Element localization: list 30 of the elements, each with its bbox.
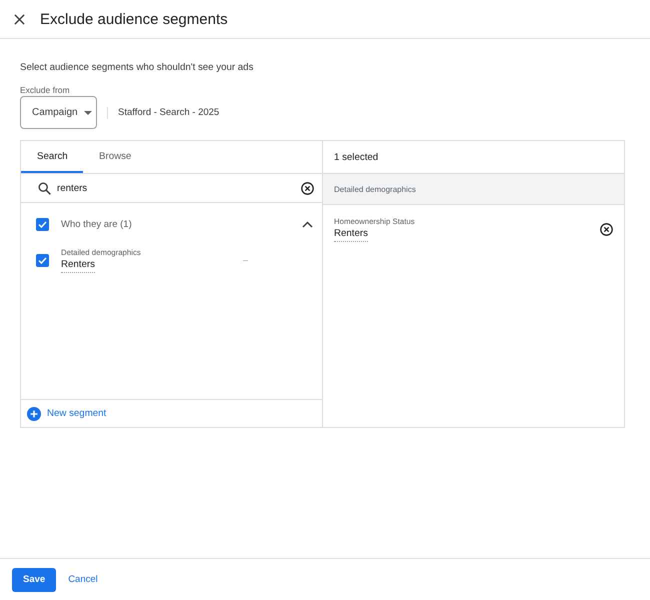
cancel-button[interactable]: Cancel bbox=[68, 568, 98, 592]
item-label: Renters bbox=[334, 227, 368, 242]
campaign-name: Stafford - Search - 2025 bbox=[118, 107, 220, 118]
selected-count: 1 selected bbox=[334, 152, 378, 162]
group-header: Detailed demographics bbox=[323, 174, 624, 205]
level-dropdown[interactable]: Campaign bbox=[20, 96, 97, 129]
clear-search-button[interactable] bbox=[301, 182, 314, 194]
remove-button[interactable] bbox=[600, 222, 613, 236]
item-value: – bbox=[243, 255, 248, 265]
remove-icon bbox=[600, 222, 613, 236]
search-field[interactable]: renters bbox=[57, 178, 295, 198]
collapse-button[interactable] bbox=[302, 220, 313, 228]
new-segment-link[interactable]: New segment bbox=[27, 406, 106, 420]
checkbox[interactable] bbox=[36, 218, 49, 230]
item-label: Renters bbox=[61, 258, 95, 273]
tab[interactable]: Browse bbox=[83, 141, 148, 173]
tab[interactable]: Search bbox=[21, 141, 83, 173]
group-label: Who they are (1) bbox=[61, 218, 133, 230]
dialog-title: Exclude audience segments bbox=[40, 10, 228, 28]
dropdown-caret-icon bbox=[84, 110, 92, 114]
chevron-up-icon bbox=[302, 220, 313, 228]
plus-circle-icon bbox=[27, 406, 41, 420]
exclude-from-label: Exclude from bbox=[20, 85, 71, 96]
intro-text: Select audience segments who shouldn't see your ads bbox=[20, 61, 254, 74]
save-button[interactable]: Save bbox=[12, 568, 56, 592]
close-button[interactable] bbox=[14, 14, 25, 24]
clear-icon bbox=[301, 182, 314, 194]
close-icon bbox=[14, 14, 25, 24]
checkbox[interactable] bbox=[36, 254, 49, 266]
search-icon bbox=[38, 182, 51, 194]
